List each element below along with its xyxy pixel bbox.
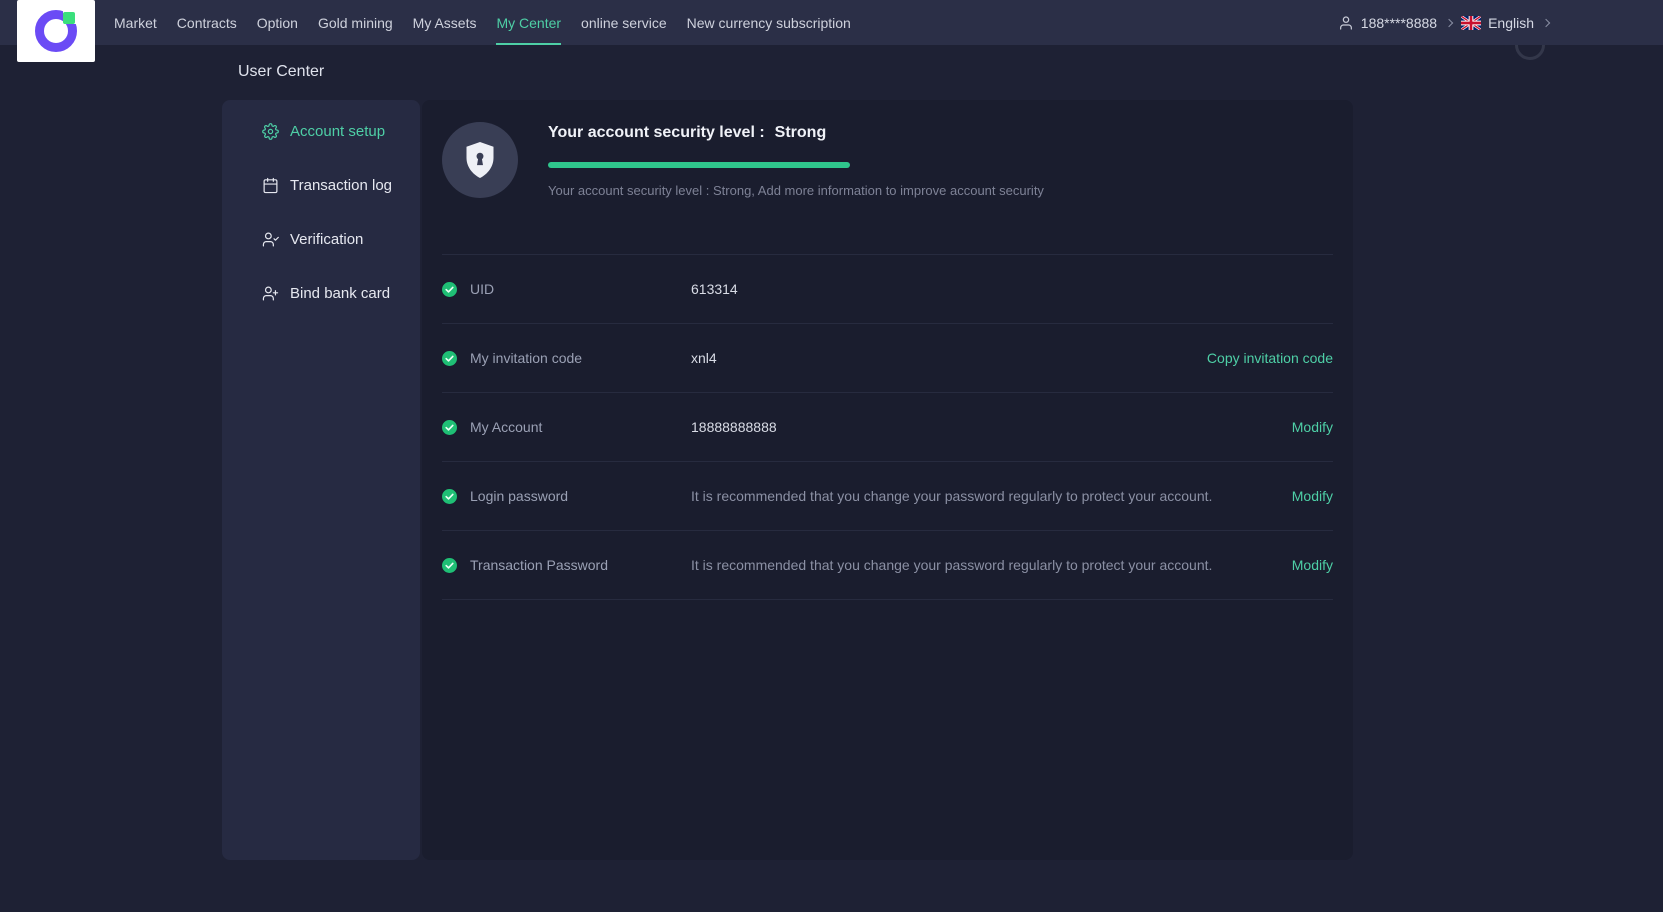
setting-value: 613314 (691, 281, 738, 297)
sidebar-item-verification[interactable]: Verification (222, 212, 420, 266)
modify-account-link[interactable]: Modify (1292, 419, 1333, 435)
check-icon (442, 281, 457, 297)
security-progress-bar (548, 162, 850, 168)
modify-transaction-password-link[interactable]: Modify (1292, 557, 1333, 573)
user-icon (1338, 15, 1354, 31)
language-selector[interactable]: English (1488, 15, 1534, 31)
account-setup-panel: Your account security level : Strong Your… (422, 100, 1353, 860)
account-phone[interactable]: 188****8888 (1361, 15, 1437, 31)
user-icon (262, 285, 279, 302)
check-icon (442, 557, 457, 573)
security-level-value: Strong (774, 124, 827, 141)
setting-value: It is recommended that you change your p… (691, 488, 1213, 504)
nav-item-my-center[interactable]: My Center (496, 0, 561, 45)
uk-flag-icon (1461, 15, 1482, 30)
sidebar-item-label: Account setup (290, 122, 386, 140)
gear-icon (262, 122, 279, 140)
nav-item-my-assets[interactable]: My Assets (413, 0, 477, 45)
setting-label: Transaction Password (470, 557, 608, 573)
security-summary: Your account security level : Strong Your… (442, 100, 1333, 255)
sidebar-item-label: Verification (290, 230, 364, 248)
setting-row-login-password: Login password It is recommended that yo… (442, 462, 1333, 531)
modify-login-password-link[interactable]: Modify (1292, 488, 1333, 504)
brand-logo[interactable] (17, 0, 95, 62)
nav-item-option[interactable]: Option (257, 0, 298, 45)
sidebar-item-label: Bind bank card (290, 284, 391, 302)
nav-item-market[interactable]: Market (114, 0, 157, 45)
top-nav-bar: Market Contracts Option Gold mining My A… (0, 0, 1663, 62)
shield-icon (442, 122, 518, 198)
nav-item-new-currency-subscription[interactable]: New currency subscription (687, 0, 851, 45)
check-icon (442, 419, 457, 435)
setting-label: My invitation code (470, 350, 583, 366)
security-level-title: Your account security level : Strong (548, 124, 1333, 142)
security-progress-fill (548, 162, 850, 168)
sidebar-item-transaction-log[interactable]: Transaction log (222, 158, 420, 212)
main-nav: Market Contracts Option Gold mining My A… (114, 0, 851, 45)
setting-row-my-account: My Account 18888888888 Modify (442, 393, 1333, 462)
sidebar-item-account-setup[interactable]: Account setup (222, 104, 420, 158)
chevron-right-icon (1541, 18, 1551, 27)
check-icon (442, 488, 457, 504)
setting-label: Login password (470, 488, 569, 504)
sidebar-item-bind-bank-card[interactable]: Bind bank card (222, 266, 420, 320)
setting-label: UID (470, 281, 495, 297)
setting-row-uid: UID 613314 (442, 255, 1333, 324)
chevron-right-icon (1444, 18, 1454, 27)
copy-invitation-code-link[interactable]: Copy invitation code (1207, 350, 1333, 366)
check-icon (442, 350, 457, 366)
security-level-label: Your account security level : (548, 124, 765, 141)
setting-label: My Account (470, 419, 543, 435)
security-info: Your account security level : Strong Your… (548, 122, 1333, 254)
calendar-icon (262, 177, 279, 194)
nav-item-gold-mining[interactable]: Gold mining (318, 0, 393, 45)
setting-row-transaction-password: Transaction Password It is recommended t… (442, 531, 1333, 600)
page-title: User Center (238, 63, 325, 80)
sidebar-item-label: Transaction log (290, 176, 392, 194)
setting-value: 18888888888 (691, 419, 777, 435)
logo-green-square (63, 12, 75, 24)
security-subtitle: Your account security level : Strong, Ad… (548, 183, 1044, 198)
setting-value: It is recommended that you change your p… (691, 557, 1213, 573)
user-icon (262, 231, 279, 248)
nav-item-online-service[interactable]: online service (581, 0, 667, 45)
sidebar: Account setup Transaction log Verificati… (222, 100, 420, 860)
brand-logo-mark (35, 8, 79, 52)
setting-row-invitation-code: My invitation code xnl4 Copy invitation … (442, 324, 1333, 393)
setting-value: xnl4 (691, 350, 717, 366)
account-settings-list: UID 613314 My invitation code xnl4 Copy … (422, 255, 1353, 600)
nav-item-contracts[interactable]: Contracts (177, 0, 237, 45)
nav-right-cluster: 188****8888 English (1338, 0, 1551, 45)
